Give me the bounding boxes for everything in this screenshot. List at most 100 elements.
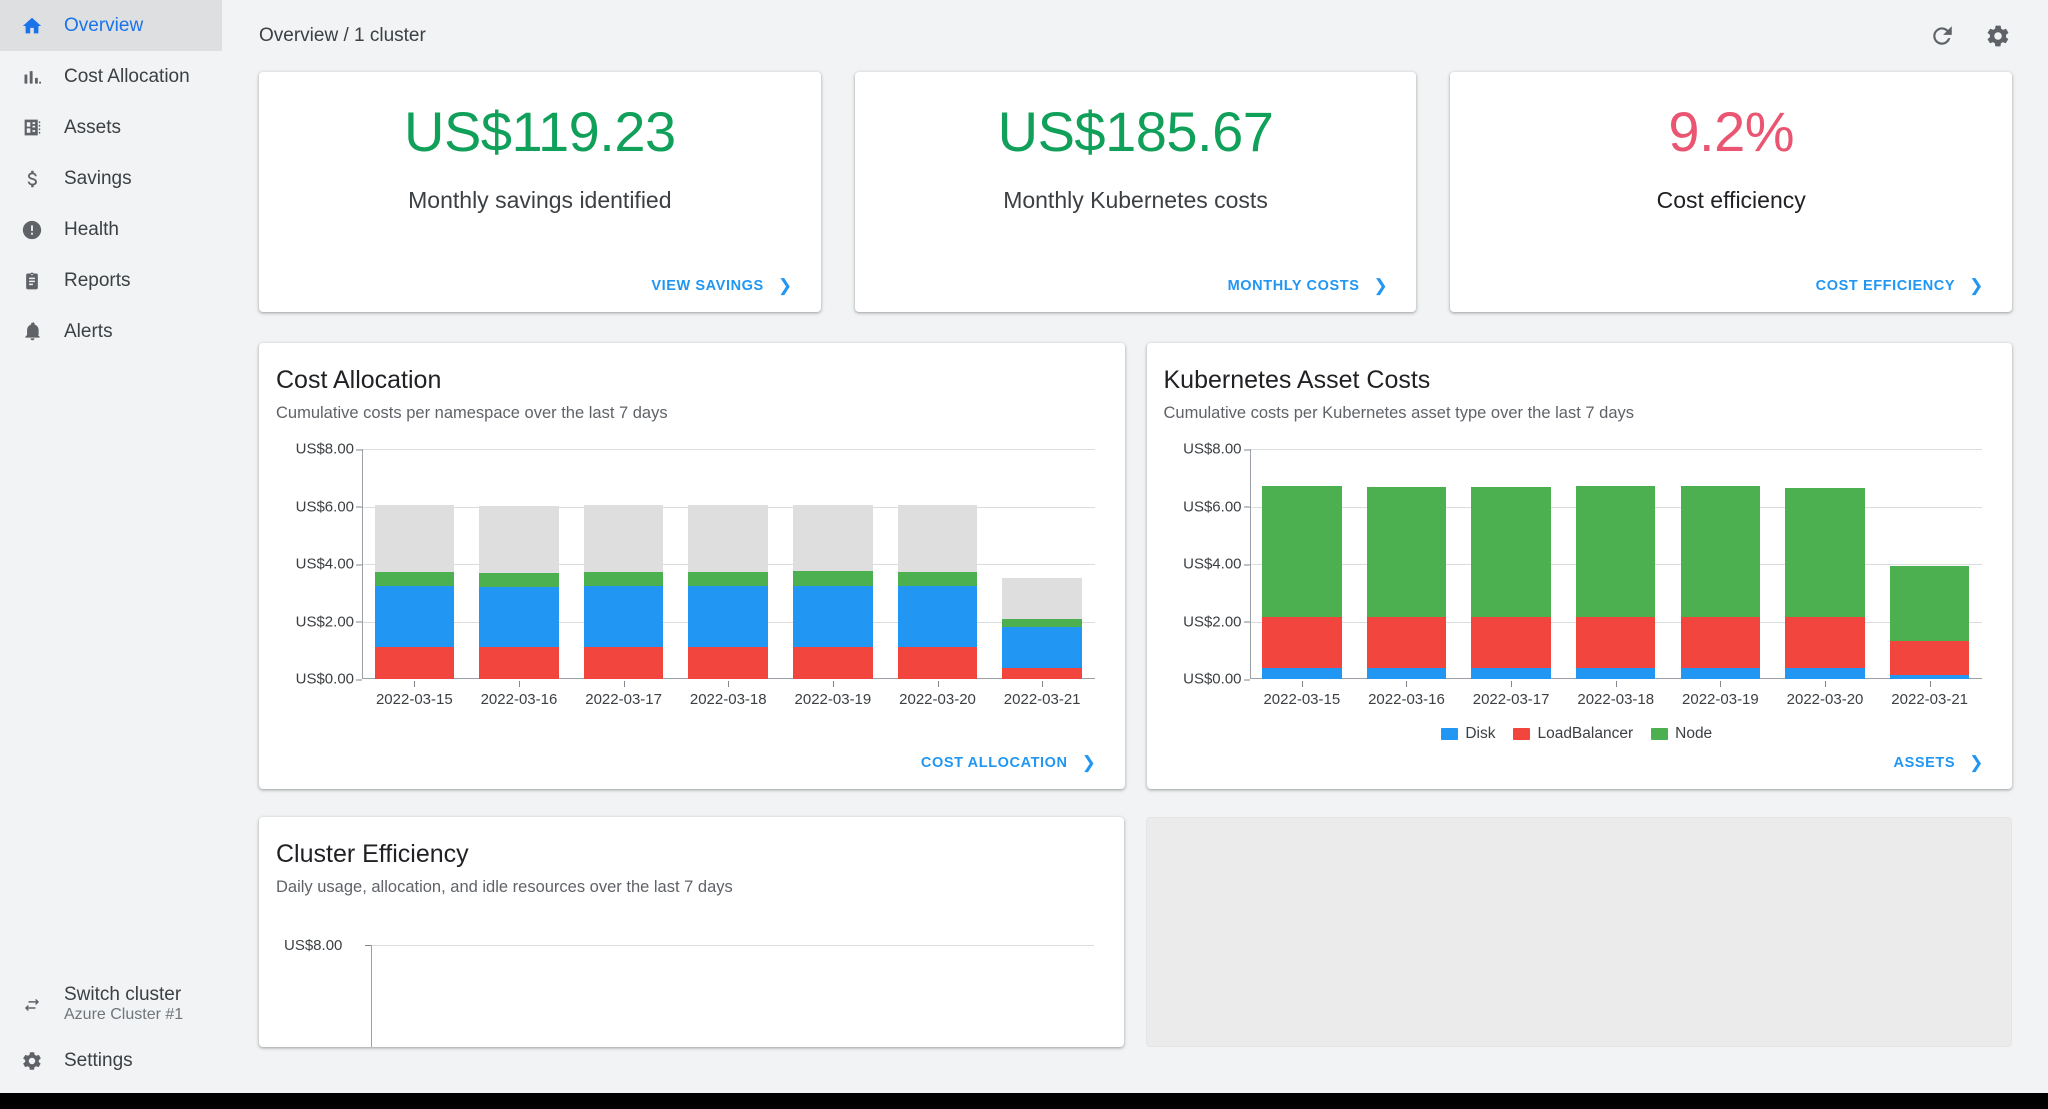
- stacked-bar[interactable]: [1575, 486, 1656, 679]
- bar-segment[interactable]: [688, 571, 768, 587]
- legend-item[interactable]: Disk: [1441, 725, 1495, 743]
- bar-segment[interactable]: [479, 572, 559, 588]
- link-label: VIEW SAVINGS: [651, 277, 764, 294]
- sidebar-item-alerts[interactable]: Alerts: [0, 306, 222, 357]
- stacked-bar[interactable]: [583, 505, 664, 679]
- bell-icon: [20, 320, 44, 344]
- bar-segment[interactable]: [1366, 667, 1447, 679]
- stacked-bar[interactable]: [793, 504, 873, 679]
- sidebar-item-health[interactable]: Health: [0, 204, 222, 255]
- sidebar-item-assets[interactable]: Assets: [0, 102, 222, 153]
- bar-segment[interactable]: [1002, 668, 1082, 679]
- sidebar: Overview Cost Allocation Assets Savings: [0, 0, 222, 1101]
- bar-segment[interactable]: [688, 586, 768, 647]
- bar-segment[interactable]: [897, 586, 978, 647]
- view-savings-link[interactable]: VIEW SAVINGS ❯: [651, 277, 792, 294]
- stacked-bar[interactable]: [1471, 486, 1551, 679]
- bar-segment[interactable]: [374, 505, 455, 572]
- swap-arrows-icon: [20, 992, 44, 1016]
- bar-segment[interactable]: [1471, 667, 1551, 679]
- bar-segment[interactable]: [479, 647, 559, 679]
- stacked-bar[interactable]: [1889, 566, 1970, 679]
- kpi-card-monthly-costs: US$185.67 Monthly Kubernetes costs MONTH…: [854, 72, 1417, 312]
- bar-segment[interactable]: [1785, 617, 1865, 668]
- x-axis: 2022-03-15 2022-03-16 2022-03-17 2022-03-18…: [362, 681, 1095, 708]
- bar-segment[interactable]: [897, 571, 978, 587]
- y-tick-label: US$8.00: [296, 441, 362, 458]
- x-tick-label: 2022-03-17: [1459, 681, 1564, 708]
- assets-link[interactable]: ASSETS ❯: [1894, 754, 1984, 771]
- bar-segment[interactable]: [1366, 617, 1447, 668]
- gear-icon[interactable]: [1984, 22, 2012, 50]
- bar-group: [362, 449, 1095, 679]
- bar-segment[interactable]: [1471, 486, 1551, 618]
- sidebar-item-cost-allocation[interactable]: Cost Allocation: [0, 51, 222, 102]
- bar-segment[interactable]: [1680, 617, 1761, 668]
- bar-segment[interactable]: [1575, 667, 1656, 679]
- bar-segment[interactable]: [1785, 487, 1865, 618]
- stacked-bar[interactable]: [1262, 486, 1342, 679]
- sidebar-item-savings[interactable]: Savings: [0, 153, 222, 204]
- bar-segment[interactable]: [583, 646, 664, 679]
- refresh-icon[interactable]: [1928, 22, 1956, 50]
- bar-segment[interactable]: [1002, 619, 1082, 627]
- bar-segment[interactable]: [793, 504, 873, 572]
- card-title: Cost Allocation: [276, 366, 442, 394]
- bar-segment[interactable]: [1471, 617, 1551, 668]
- cost-allocation-link[interactable]: COST ALLOCATION ❯: [921, 754, 1097, 771]
- stacked-bar[interactable]: [479, 505, 559, 679]
- bar-segment[interactable]: [1262, 486, 1342, 618]
- bar-segment[interactable]: [1889, 675, 1970, 679]
- card-title: Kubernetes Asset Costs: [1163, 366, 1431, 394]
- bar-segment[interactable]: [688, 505, 768, 572]
- settings-label: Settings: [64, 1050, 133, 1071]
- bar-segment[interactable]: [1889, 566, 1970, 642]
- bar-segment[interactable]: [1002, 626, 1082, 669]
- stacked-bar[interactable]: [1785, 487, 1865, 679]
- stacked-bar[interactable]: [1366, 486, 1447, 679]
- bar-segment[interactable]: [793, 585, 873, 647]
- stacked-bar[interactable]: [688, 505, 768, 679]
- bar-segment[interactable]: [583, 586, 664, 647]
- monthly-costs-link[interactable]: MONTHLY COSTS ❯: [1228, 277, 1389, 294]
- bar-segment[interactable]: [1680, 486, 1761, 618]
- bar-segment[interactable]: [1785, 667, 1865, 679]
- bar-segment[interactable]: [688, 646, 768, 679]
- bar-segment[interactable]: [1575, 486, 1656, 618]
- bar-segment[interactable]: [1575, 617, 1656, 668]
- legend-item[interactable]: Node: [1651, 725, 1712, 743]
- stacked-bar[interactable]: [1002, 578, 1082, 679]
- stacked-bar[interactable]: [897, 505, 978, 679]
- cost-efficiency-link[interactable]: COST EFFICIENCY ❯: [1816, 277, 1984, 294]
- bar-segment[interactable]: [1889, 641, 1970, 676]
- bar-segment[interactable]: [479, 587, 559, 648]
- bar-segment[interactable]: [583, 572, 664, 587]
- sidebar-item-label: Alerts: [64, 321, 113, 342]
- bar-segment[interactable]: [1366, 486, 1447, 618]
- switch-cluster-button[interactable]: Switch cluster Azure Cluster #1: [0, 975, 222, 1033]
- bar-segment[interactable]: [374, 586, 455, 647]
- bar-segment[interactable]: [583, 505, 664, 573]
- bar-segment[interactable]: [374, 646, 455, 679]
- bar-segment[interactable]: [1002, 578, 1082, 620]
- bar-segment[interactable]: [1262, 667, 1342, 679]
- bar-segment[interactable]: [1680, 667, 1761, 679]
- stacked-bar[interactable]: [374, 505, 455, 679]
- legend-item[interactable]: LoadBalancer: [1513, 725, 1633, 743]
- sidebar-item-reports[interactable]: Reports: [0, 255, 222, 306]
- sidebar-item-settings[interactable]: Settings: [0, 1033, 222, 1089]
- bar-segment[interactable]: [897, 505, 978, 572]
- gear-icon: [20, 1049, 44, 1073]
- bar-segment[interactable]: [897, 646, 978, 679]
- sidebar-footer: Switch cluster Azure Cluster #1 Settings: [0, 975, 222, 1101]
- x-tick-label: 2022-03-19: [1668, 681, 1773, 708]
- bar-segment[interactable]: [793, 571, 873, 586]
- bar-segment[interactable]: [374, 571, 455, 587]
- stacked-bar[interactable]: [1680, 486, 1761, 679]
- y-tick-label: US$8.00: [284, 937, 343, 954]
- sidebar-item-overview[interactable]: Overview: [0, 0, 222, 51]
- loading-placeholder-card: [1145, 817, 2012, 1047]
- bar-segment[interactable]: [793, 646, 873, 679]
- bar-segment[interactable]: [479, 505, 559, 573]
- bar-segment[interactable]: [1262, 617, 1342, 668]
